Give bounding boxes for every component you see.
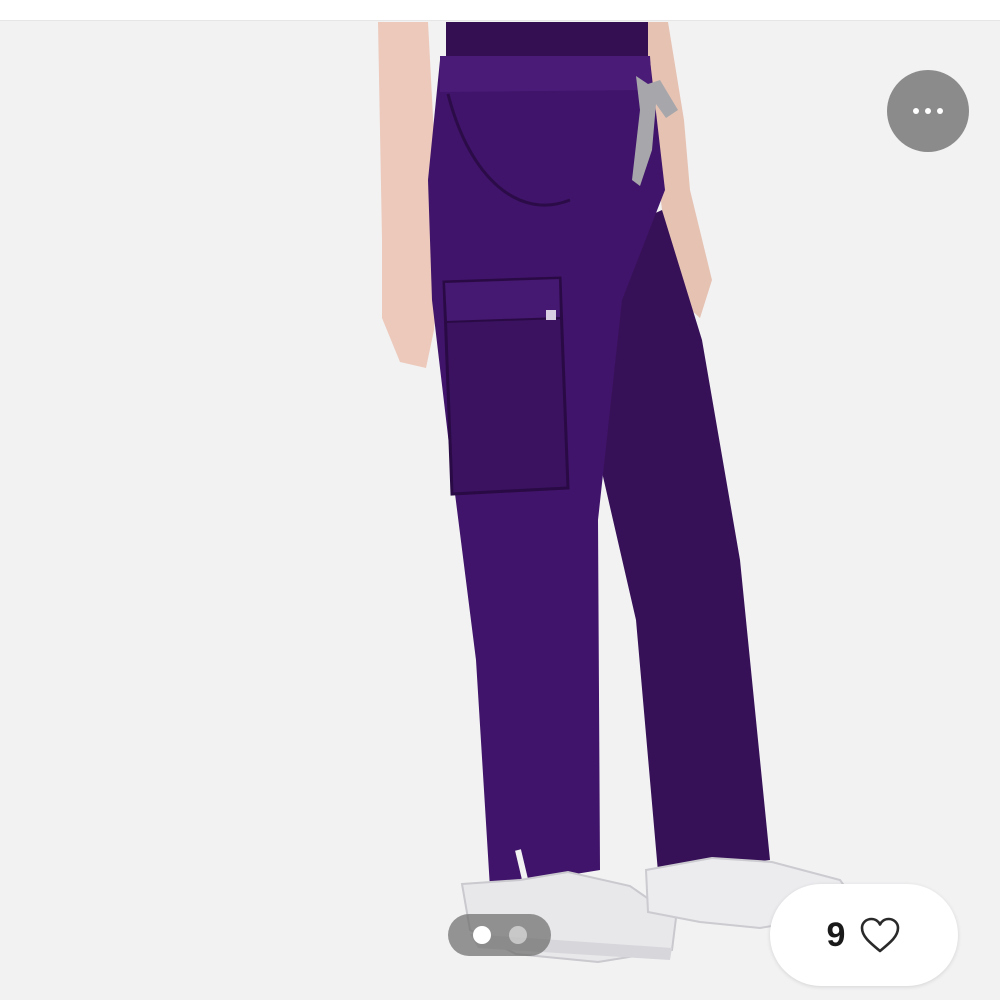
more-options-button[interactable] [887, 70, 969, 152]
shirt-hem [446, 22, 648, 56]
brand-tag [546, 310, 556, 320]
carousel-dot-1[interactable] [472, 926, 491, 944]
ellipsis-dot [937, 108, 943, 114]
waistband [440, 56, 652, 92]
like-count: 9 [826, 915, 846, 954]
top-divider [0, 0, 1000, 21]
like-button[interactable]: 9 [770, 884, 958, 986]
carousel-dot-2[interactable] [508, 926, 527, 944]
image-carousel-indicator [448, 914, 551, 956]
product-photo[interactable] [0, 21, 1000, 1000]
heart-outline-icon [861, 917, 900, 953]
ellipsis-icon [913, 108, 919, 114]
ellipsis-dot [925, 108, 931, 114]
product-photo-illustration [378, 22, 858, 964]
cargo-flap [442, 276, 563, 324]
